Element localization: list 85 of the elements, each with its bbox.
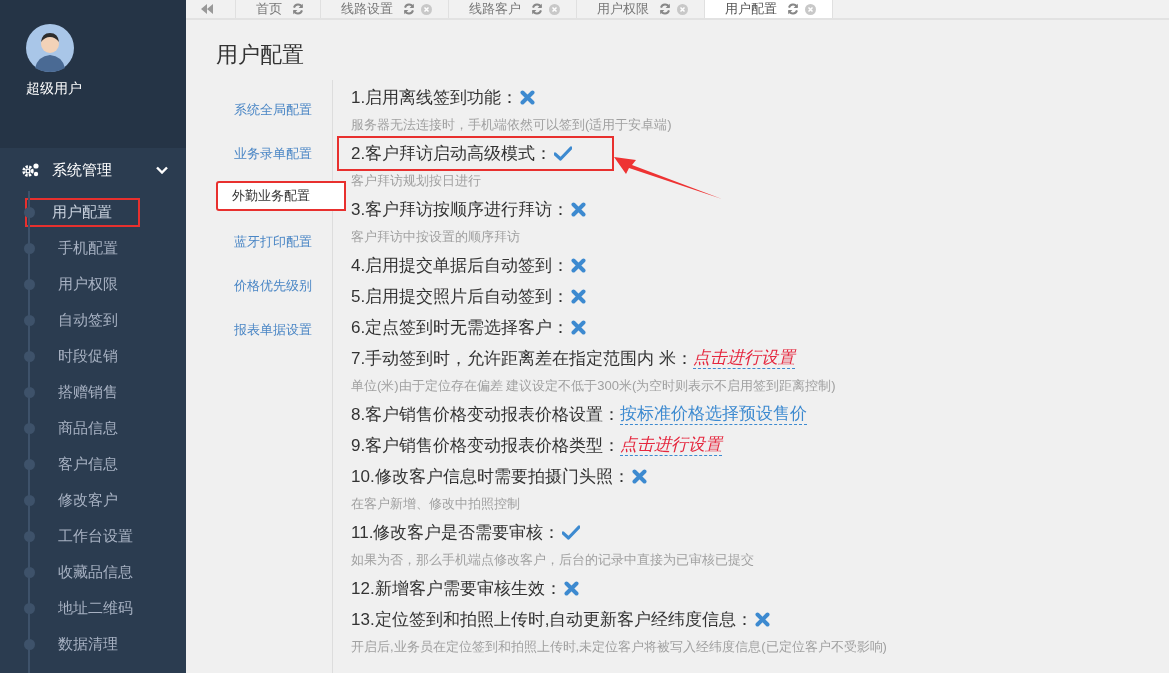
setting-label: 2.客户拜访启动高级模式： [351,143,553,165]
sub-nav-item[interactable]: 系统全局配置 [216,86,332,130]
sidebar-item[interactable]: 用户配置 [25,197,140,227]
setting-hint: 客户拜访规划按日进行 [351,172,481,190]
tab[interactable]: 用户权限 [577,0,705,18]
cross-icon[interactable] [571,320,587,335]
refresh-icon[interactable] [292,3,304,15]
sidebar-item[interactable]: 数据清理 [50,629,126,659]
close-icon[interactable] [421,3,432,15]
sub-nav-item[interactable]: 价格优先级别 [216,262,332,306]
tab[interactable]: 用户配置 [705,0,833,18]
setting-hint: 如果为否，那么手机端点修改客户，后台的记录中直接为已审核已提交 [351,551,754,569]
close-icon[interactable] [677,3,688,15]
setting-label: 4.启用提交单据后自动签到： [351,255,570,277]
setting-hint: 开启后,业务员在定位签到和拍照上传时,未定位客户将被写入经纬度信息(已定位客户不受影响) [351,638,887,656]
timeline-dot [24,278,35,290]
cross-icon[interactable] [631,469,647,484]
cross-icon[interactable] [571,258,587,273]
sub-nav-item[interactable]: 蓝牙打印配置 [216,218,332,262]
sidebar-item[interactable]: 商品信息 [50,413,126,443]
setting-label: 8.客户销售价格变动报表价格设置： [351,404,621,426]
check-icon[interactable] [562,525,581,540]
check-icon[interactable] [554,146,573,161]
setting-label: 12.新增客户需要审核生效： [351,578,562,600]
setting-label: 9.客户销售价格变动报表价格类型： [351,435,621,457]
cross-icon[interactable] [755,612,771,627]
sidebar-item[interactable]: 手机配置 [50,233,126,263]
cross-icon[interactable] [520,90,536,105]
setting-link[interactable]: 点击进行设置 [620,435,723,456]
sub-nav-item[interactable]: 业务录单配置 [216,130,332,174]
timeline-dot [24,458,35,470]
double-left-icon[interactable] [201,4,213,14]
cross-icon[interactable] [571,202,587,217]
setting-label: 7.手动签到时，允许距离差在指定范围内 米： [351,348,693,370]
sub-nav-item[interactable]: 外勤业务配置 [216,181,346,211]
setting-hint: 客户拜访中按设置的顺序拜访 [351,228,520,246]
avatar-icon [26,24,74,72]
sidebar-item[interactable]: 地址二维码 [50,593,141,623]
sidebar-item[interactable]: 修改客户 [50,485,126,515]
sidebar-item[interactable]: 收藏品信息 [50,557,141,587]
timeline-dot [24,494,35,506]
refresh-icon[interactable] [659,3,671,15]
tab[interactable]: 线路设置 [321,0,449,18]
timeline-dot [24,566,35,578]
setting-link[interactable]: 按标准价格选择预设售价 [620,404,808,425]
setting-label: 13.定位签到和拍照上传时,自动更新客户经纬度信息： [351,609,754,631]
cross-icon[interactable] [571,289,587,304]
user-name: 超级用户 [26,80,82,98]
setting-link[interactable]: 点击进行设置 [692,348,795,369]
sidebar-item[interactable]: 时段促销 [50,341,126,371]
tab[interactable]: 首页 [235,0,321,18]
sidebar-item[interactable]: 用户权限 [50,269,126,299]
setting-hint: 单位(米)由于定位存在偏差 建议设定不低于300米(为空时则表示不启用签到距离控制) [351,377,836,395]
timeline-dot [24,602,35,614]
sidebar-item[interactable]: 搭赠销售 [50,377,126,407]
setting-label: 6.定点签到时无需选择客户： [351,317,570,339]
gears-icon [22,162,40,178]
setting-label: 1.启用离线签到功能： [351,87,519,109]
sub-nav-item[interactable]: 报表单据设置 [216,306,332,350]
timeline-dot [24,422,35,434]
close-icon[interactable] [805,3,816,15]
menu-group-header[interactable]: 系统管理 [0,148,186,191]
setting-hint: 在客户新增、修改中拍照控制 [351,495,520,513]
setting-label: 3.客户拜访按顺序进行拜访： [351,199,570,221]
refresh-icon[interactable] [531,3,543,15]
setting-hint: 服务器无法连接时，手机端依然可以签到(适用于安卓端) [351,116,672,134]
sidebar-item[interactable]: 自动签到 [50,305,126,335]
tab[interactable]: 线路客户 [449,0,577,18]
timeline-dot [24,638,35,650]
timeline-dot [24,386,35,398]
timeline-dot [24,350,35,362]
cross-icon[interactable] [563,581,579,596]
timeline-dot [24,206,35,218]
timeline-dot [24,530,35,542]
setting-label: 10.修改客户信息时需要拍摄门头照： [351,466,630,488]
sidebar-item[interactable]: 工作台设置 [50,521,141,551]
close-icon[interactable] [549,3,560,15]
timeline-dot [24,314,35,326]
setting-label: 5.启用提交照片后自动签到： [351,286,570,308]
sidebar-item[interactable]: 客户信息 [50,449,126,479]
setting-label: 11.修改客户是否需要审核： [351,522,561,544]
timeline-dot [24,242,35,254]
refresh-icon[interactable] [787,3,799,15]
refresh-icon[interactable] [403,3,415,15]
page-title: 用户配置 [216,41,305,69]
